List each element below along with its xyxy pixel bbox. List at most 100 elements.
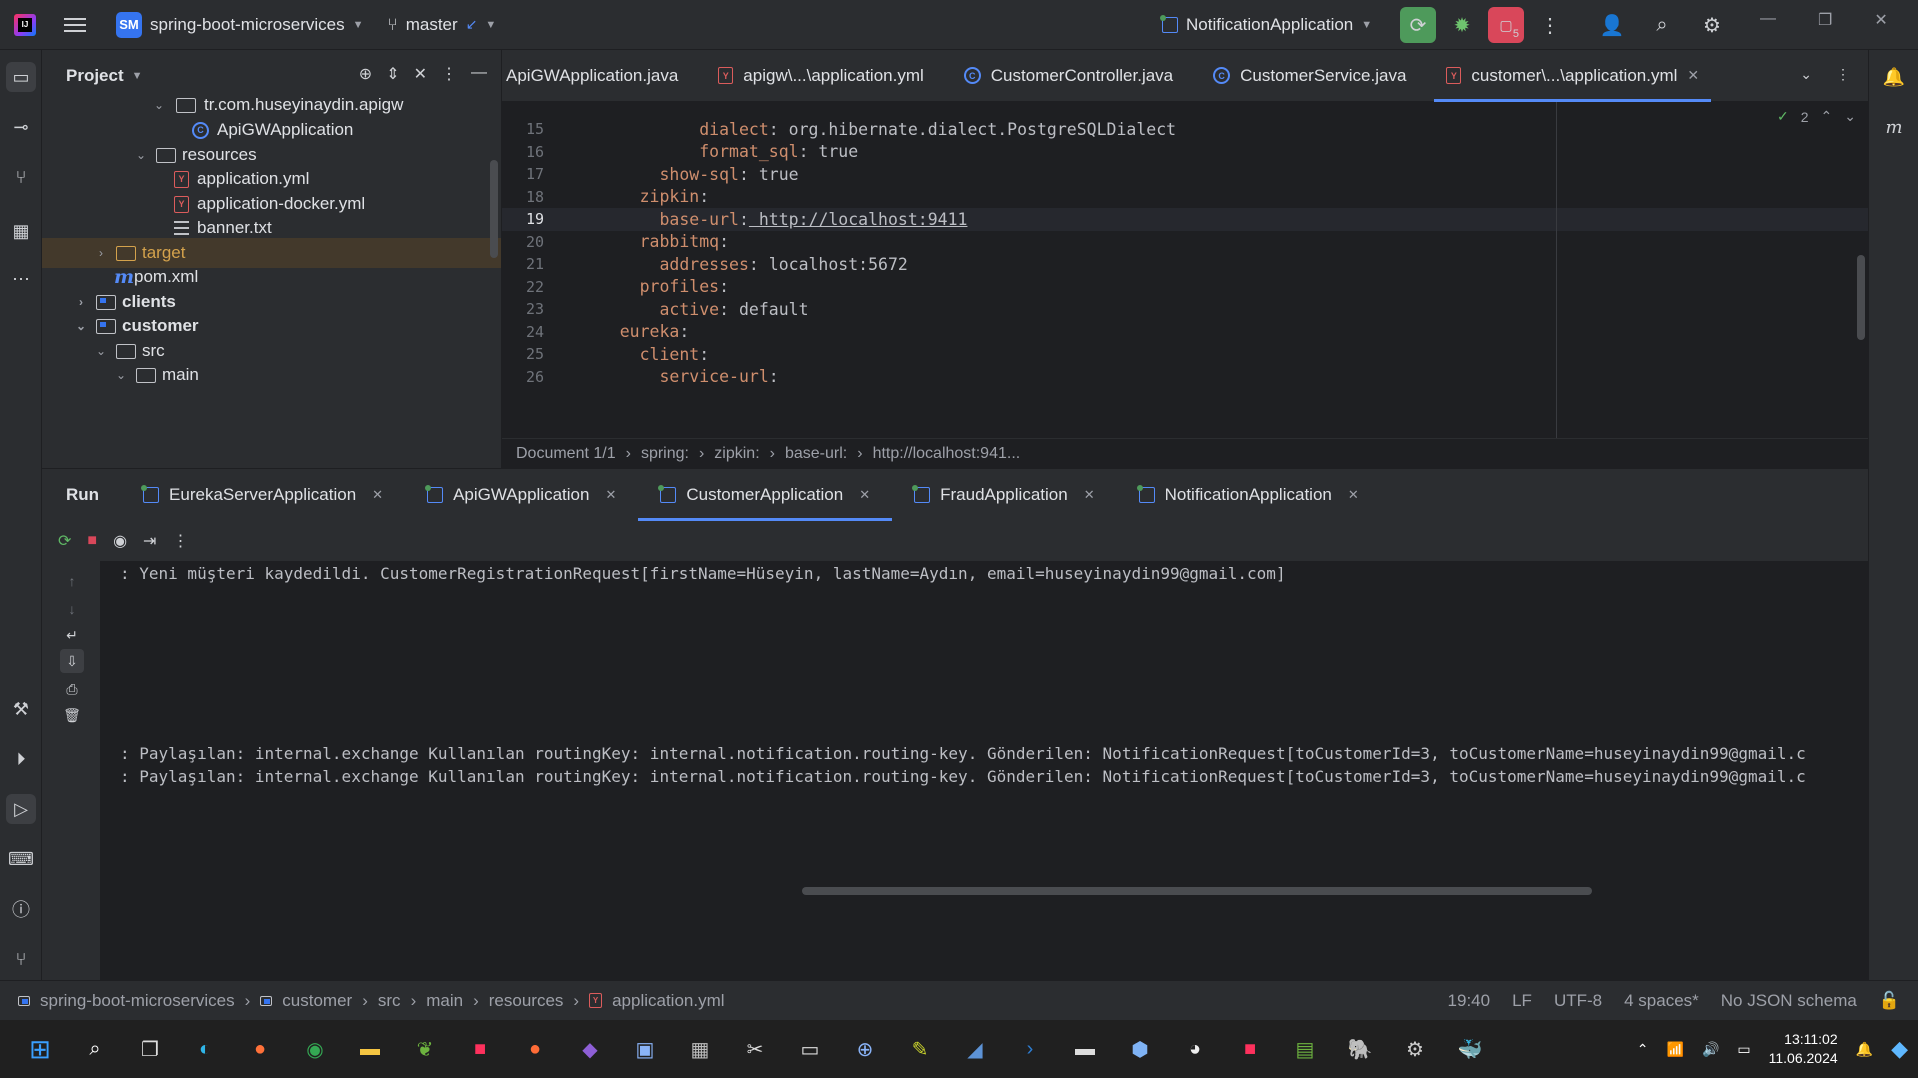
battery-icon[interactable]: ▭ (1737, 1041, 1750, 1058)
paint-tool-icon[interactable]: ✎ (900, 1029, 940, 1069)
maven-icon[interactable]: m (1879, 112, 1909, 142)
console-output[interactable]: : Yeni müşteri kaydedildi. CustomerRegis… (100, 561, 1868, 981)
run-tab[interactable]: FraudApplication ✕ (892, 469, 1116, 521)
pull-requests-icon[interactable]: ⑂ (6, 162, 36, 192)
more-actions-icon[interactable]: ⋮ (1532, 7, 1568, 43)
magnifier-icon[interactable]: ⊕ (845, 1029, 885, 1069)
status-crumb[interactable]: spring-boot-microservices (40, 991, 235, 1011)
spring-tools-icon[interactable]: ❦ (405, 1029, 445, 1069)
down-arrow-icon[interactable]: ↓ (60, 597, 84, 621)
stop-icon[interactable]: ■ (87, 532, 97, 550)
close-tab-icon[interactable]: ✕ (1084, 487, 1095, 503)
lock-icon[interactable]: 🔓 (1879, 991, 1900, 1011)
settings-gear-icon[interactable]: ⚙ (1694, 7, 1730, 43)
calculator-icon[interactable]: ▦ (680, 1029, 720, 1069)
snipping-tool-icon[interactable]: ✂ (735, 1029, 775, 1069)
run-tab[interactable]: ApiGWApplication ✕ (405, 469, 638, 521)
code-line[interactable]: 24 eureka: (502, 321, 1868, 344)
code-line[interactable]: 17 show-sql: true (502, 163, 1868, 186)
breadcrumb-item[interactable]: Document 1/1 (516, 445, 616, 463)
main-menu-icon[interactable] (64, 14, 86, 36)
task-view-icon[interactable]: ❐ (130, 1029, 170, 1069)
notification-bell-icon[interactable]: 🔔 (1856, 1041, 1873, 1058)
postgresql-icon[interactable]: 🐘 (1340, 1029, 1380, 1069)
copilot-icon[interactable]: ◆ (1891, 1036, 1908, 1062)
run-icon[interactable]: ▷ (6, 794, 36, 824)
powershell-icon[interactable]: › (1010, 1029, 1050, 1069)
options-icon[interactable]: ⋮ (441, 64, 457, 84)
status-crumb[interactable]: customer (282, 991, 352, 1011)
breadcrumb-item[interactable]: zipkin: (714, 445, 759, 463)
search-icon[interactable]: ⌕ (1644, 7, 1680, 43)
search-icon[interactable]: ⌕ (75, 1029, 115, 1069)
inspection-ok-icon[interactable]: ✓ (1777, 108, 1789, 125)
status-crumb[interactable]: main (426, 991, 463, 1011)
notepad-plus-icon[interactable]: ▤ (1285, 1029, 1325, 1069)
clock[interactable]: 13:11:02 11.06.2024 (1769, 1030, 1838, 1068)
wifi-icon[interactable]: 📶 (1667, 1041, 1684, 1058)
status-crumb[interactable]: src (378, 991, 401, 1011)
chrome-icon[interactable]: ◉ (295, 1029, 335, 1069)
firefox-icon[interactable]: ● (240, 1029, 280, 1069)
command-prompt-icon[interactable]: ▬ (1065, 1029, 1105, 1069)
editor-tab[interactable]: C CustomerService.java (1193, 50, 1426, 102)
terminal-icon[interactable]: ⌨ (6, 844, 36, 874)
close-tab-icon[interactable]: ✕ (859, 487, 870, 503)
code-line[interactable]: 22 profiles: (502, 276, 1868, 299)
terminal-taskbar-icon[interactable]: ▭ (790, 1029, 830, 1069)
branch-switcher[interactable]: ⑂ master ↙ ▼ (388, 15, 497, 35)
code-line[interactable]: 16 format_sql: true (502, 141, 1868, 164)
visual-studio-icon[interactable]: ◆ (570, 1029, 610, 1069)
more-tools-icon[interactable]: ⋯ (6, 264, 36, 294)
editor-tab[interactable]: Y apigw\...\application.yml (698, 50, 943, 102)
breadcrumb-item[interactable]: spring: (641, 445, 689, 463)
intellij-ultimate-icon[interactable]: ■ (1230, 1029, 1270, 1069)
code-line[interactable]: 25 client: (502, 343, 1868, 366)
previous-highlight-icon[interactable]: ⌃ (1821, 108, 1833, 125)
collapse-all-icon[interactable]: ✕ (414, 64, 427, 84)
scroll-to-end-icon[interactable]: ⇩ (60, 649, 84, 673)
postman-icon[interactable]: ● (515, 1029, 555, 1069)
console-horizontal-scrollbar[interactable] (802, 887, 1592, 895)
next-highlight-icon[interactable]: ⌄ (1844, 108, 1856, 125)
debug-icon[interactable]: ✹ (1444, 7, 1480, 43)
minimize-icon[interactable]: — (1760, 10, 1776, 30)
volume-icon[interactable]: 🔊 (1702, 1041, 1719, 1058)
exit-icon[interactable]: ⇥ (143, 531, 156, 551)
hide-panel-icon[interactable]: — (471, 64, 487, 84)
clear-trash-icon[interactable]: 🗑 (60, 703, 84, 727)
status-crumb[interactable]: resources (489, 991, 564, 1011)
tab-options-icon[interactable]: ⋮ (1836, 66, 1850, 83)
restore-icon[interactable]: ❐ (1818, 10, 1832, 30)
up-arrow-icon[interactable]: ↑ (60, 569, 84, 593)
code-line[interactable]: 26 service-url: (502, 366, 1868, 389)
code-line[interactable]: 21 addresses: localhost:5672 (502, 253, 1868, 276)
code-line[interactable]: 15 dialect: org.hibernate.dialect.Postgr… (502, 118, 1868, 141)
run-tab[interactable]: NotificationApplication ✕ (1117, 469, 1381, 521)
expand-all-icon[interactable]: ⇕ (386, 64, 399, 84)
print-icon[interactable]: ⎙ (60, 677, 84, 701)
github-desktop-icon[interactable]: ◕ (1175, 1029, 1215, 1069)
intellij-taskbar-icon[interactable]: ■ (460, 1029, 500, 1069)
commit-icon[interactable]: ⊸ (6, 112, 36, 142)
tree-item[interactable]: ⌄ main (42, 360, 501, 390)
more-options-icon[interactable]: ⋮ (172, 531, 188, 551)
run-config-selector[interactable]: NotificationApplication ▼ (1160, 14, 1372, 35)
line-separator[interactable]: LF (1512, 991, 1532, 1011)
code-line[interactable]: 23 active: default (502, 298, 1868, 321)
run-tab-active[interactable]: CustomerApplication ✕ (638, 469, 892, 521)
indent-setting[interactable]: 4 spaces* (1624, 991, 1699, 1011)
intellij-logo-icon[interactable]: IJ (14, 13, 36, 36)
caret-position[interactable]: 19:40 (1448, 991, 1491, 1011)
notifications-bell-icon[interactable]: 🔔 (1879, 62, 1909, 92)
code-area[interactable]: 15 dialect: org.hibernate.dialect.Postgr… (502, 102, 1868, 438)
editor-tab-active[interactable]: Y customer\...\application.yml ✕ (1426, 50, 1719, 102)
json-schema[interactable]: No JSON schema (1721, 991, 1857, 1011)
breadcrumb-item[interactable]: base-url: (785, 445, 847, 463)
status-crumb[interactable]: application.yml (612, 991, 724, 1011)
problems-icon[interactable]: ⓘ (6, 894, 36, 924)
photos-icon[interactable]: ▣ (625, 1029, 665, 1069)
structure-icon[interactable]: ▦ (6, 216, 36, 246)
close-tab-icon[interactable]: ✕ (605, 487, 616, 503)
run-tab[interactable]: EurekaServerApplication ✕ (121, 469, 405, 521)
